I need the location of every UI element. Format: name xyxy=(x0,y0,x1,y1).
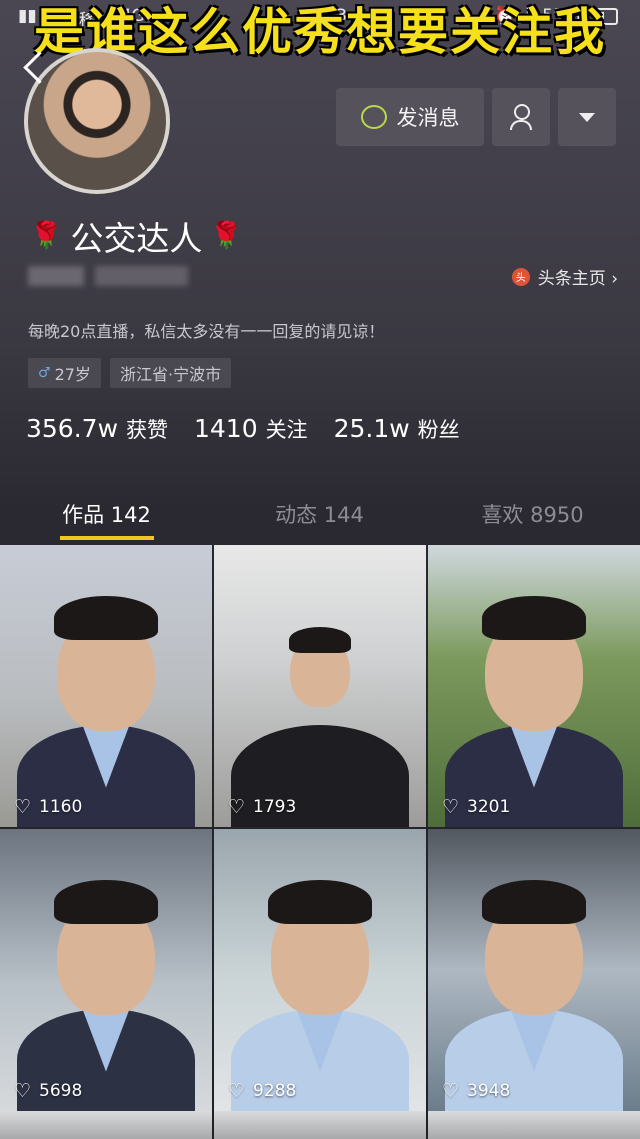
likes-stat[interactable]: 356.7w 获赞 xyxy=(26,414,168,444)
thumbnail-hair xyxy=(482,595,586,640)
age-text: 27岁 xyxy=(54,365,91,384)
following-stat[interactable]: 1410 关注 xyxy=(194,414,308,444)
age-tag: ♂ 27岁 xyxy=(28,358,101,388)
like-count-text: 1793 xyxy=(253,797,297,817)
video-thumbnail[interactable] xyxy=(428,1111,640,1139)
like-count-text: 3948 xyxy=(467,1081,511,1101)
like-count: ♡ 1793 xyxy=(228,797,296,817)
likes-count: 356.7w xyxy=(26,414,119,443)
followers-label: 粉丝 xyxy=(417,418,460,442)
content-tabs: 作品 142 动态 144 喜欢 8950 xyxy=(0,495,640,541)
like-count-text: 3201 xyxy=(467,797,511,817)
thumbnail-hair xyxy=(54,879,158,924)
send-message-button[interactable]: 发消息 xyxy=(336,88,484,146)
video-thumbnail[interactable]: ♡ 9288 xyxy=(214,829,426,1111)
dropdown-icon xyxy=(579,112,595,122)
tab-likes[interactable]: 喜欢 8950 xyxy=(426,495,639,541)
profile-nickname: 🌹 公交达人 🌹 xyxy=(30,212,243,260)
like-count-text: 5698 xyxy=(39,1081,83,1101)
video-thumbnail[interactable] xyxy=(0,1111,212,1139)
followers-count: 25.1w xyxy=(333,414,410,443)
send-message-label: 发消息 xyxy=(396,106,460,130)
video-thumbnail[interactable]: ♡ 3948 xyxy=(428,829,640,1111)
rose-icon: 🌹 xyxy=(30,221,63,251)
thumbnail-hair xyxy=(54,595,158,640)
video-thumbnail[interactable] xyxy=(214,1111,426,1139)
person-check-icon xyxy=(510,104,532,130)
like-count: ♡ 5698 xyxy=(14,1081,82,1101)
heart-icon: ♡ xyxy=(228,795,246,818)
heart-icon: ♡ xyxy=(442,795,460,818)
following-label: 关注 xyxy=(265,418,308,442)
video-thumbnail[interactable]: ♡ 1793 xyxy=(214,545,426,827)
toutiao-icon: 头 xyxy=(511,267,530,286)
toutiao-link[interactable]: 头 头条主页 › xyxy=(511,264,618,289)
profile-stats: 356.7w 获赞 1410 关注 25.1w 粉丝 xyxy=(26,414,460,444)
active-tab-indicator xyxy=(60,536,154,540)
like-count-text: 9288 xyxy=(253,1081,297,1101)
likes-label: 获赞 xyxy=(125,418,168,442)
video-thumbnail[interactable]: ♡ 5698 xyxy=(0,829,212,1111)
thumbnail-hair xyxy=(268,879,372,924)
like-count: ♡ 3948 xyxy=(442,1081,510,1101)
profile-bio: 每晚20点直播，私信太多没有一一回复的请见谅！ xyxy=(28,322,385,341)
like-count: ♡ 1160 xyxy=(14,797,82,817)
profile-screen: ▮▮ 中国移动 4G 14:13 ⏰ ᛒ 55% 是谁这么优秀想要关注我 发消息… xyxy=(0,0,640,1139)
followers-stat[interactable]: 25.1w 粉丝 xyxy=(334,414,460,444)
rose-icon: 🌹 xyxy=(210,221,243,251)
location-tag: 浙江省·宁波市 xyxy=(110,358,232,388)
toutiao-label: 头条主页 › xyxy=(537,269,618,289)
tab-moments[interactable]: 动态 144 xyxy=(213,495,426,541)
video-thumbnail[interactable]: ♡ 1160 xyxy=(0,545,212,827)
video-row-partial xyxy=(0,1111,640,1139)
blurred-id xyxy=(28,266,188,286)
video-thumbnail[interactable]: ♡ 3201 xyxy=(428,545,640,827)
like-count: ♡ 9288 xyxy=(228,1081,296,1101)
tab-works[interactable]: 作品 142 xyxy=(0,495,213,541)
heart-icon: ♡ xyxy=(228,1079,246,1102)
heart-icon: ♡ xyxy=(14,1079,32,1102)
thumbnail-hair xyxy=(482,879,586,924)
following-count: 1410 xyxy=(193,414,258,443)
like-count: ♡ 3201 xyxy=(442,797,510,817)
chat-icon xyxy=(360,105,387,129)
thumbnail-hair xyxy=(289,626,351,653)
heart-icon: ♡ xyxy=(14,795,32,818)
more-dropdown-button[interactable] xyxy=(558,88,616,146)
video-grid: ♡ 1160 ♡ 1793 ♡ 3201 ♡ 5698 ♡ 9288 ♡ 394… xyxy=(0,545,640,1111)
person-icon: ♂ xyxy=(38,365,51,381)
heart-icon: ♡ xyxy=(442,1079,460,1102)
like-count-text: 1160 xyxy=(39,797,83,817)
followed-button[interactable] xyxy=(492,88,550,146)
nickname-text: 公交达人 xyxy=(70,219,203,258)
